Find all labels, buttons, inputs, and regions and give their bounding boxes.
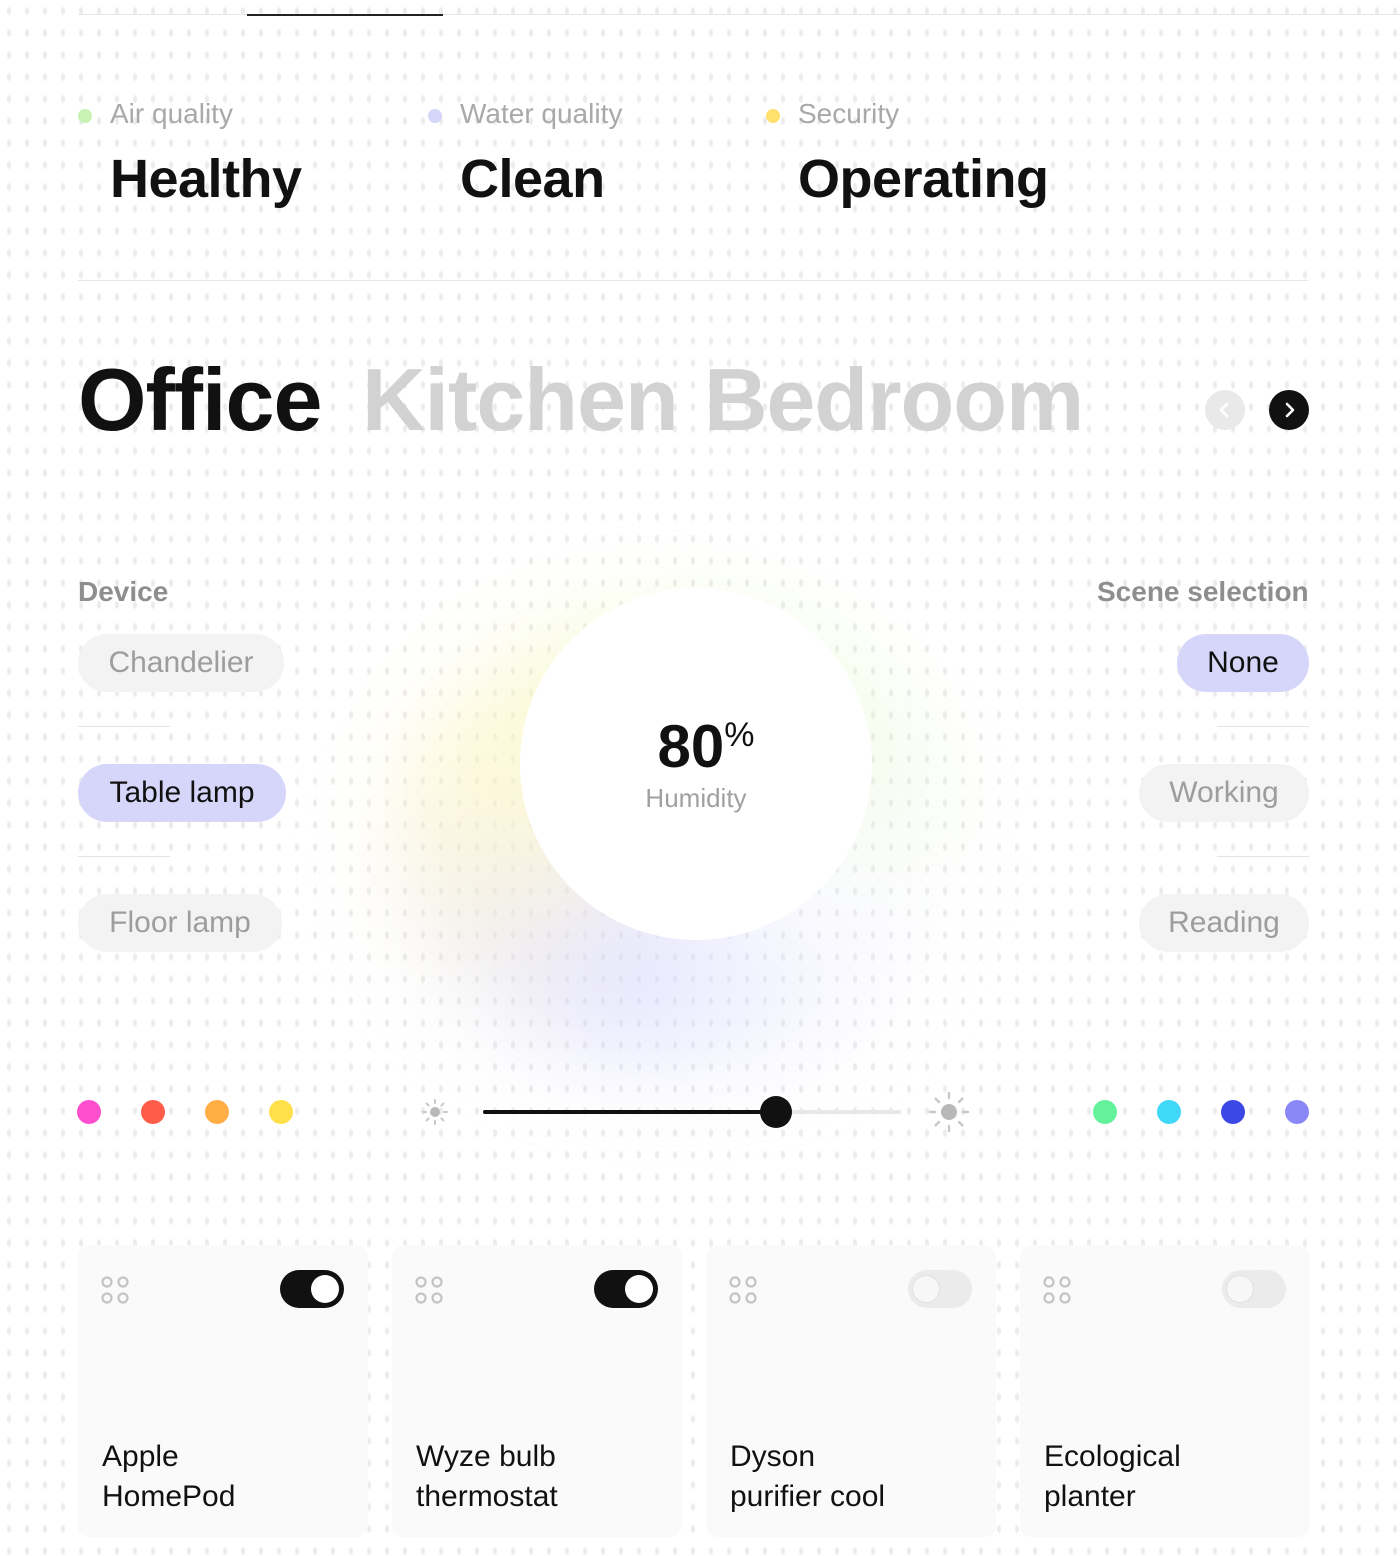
device-grid-icon (415, 1276, 443, 1304)
toggle-knob (912, 1275, 940, 1303)
sun-small-icon (422, 1099, 448, 1125)
chevron-left-icon (1219, 402, 1229, 418)
device-name-line: planter (1044, 1480, 1136, 1513)
sun-large-icon (928, 1091, 970, 1133)
device-grid-icon (1043, 1276, 1071, 1304)
device-card-ecological-planter[interactable]: Ecological planter (1020, 1245, 1310, 1537)
device-power-toggle[interactable] (594, 1270, 658, 1308)
status-dot-icon (78, 109, 92, 123)
device-power-toggle[interactable] (280, 1270, 344, 1308)
status-divider (78, 280, 1308, 281)
device-name-line: purifier cool (730, 1480, 886, 1513)
humidity-label: Humidity (645, 783, 747, 813)
device-option-floor-lamp[interactable]: Floor lamp (78, 894, 282, 952)
toggle-knob (625, 1275, 653, 1303)
color-swatch-green[interactable] (1093, 1100, 1117, 1124)
device-name-line: Apple (102, 1440, 179, 1473)
status-value: Operating (798, 149, 1049, 209)
color-swatch-orange[interactable] (205, 1100, 229, 1124)
room-tab-bedroom[interactable]: Bedroom (704, 351, 1084, 449)
status-label: Water quality (460, 98, 623, 129)
humidity-unit: % (724, 716, 755, 754)
toggle-knob (1226, 1275, 1254, 1303)
device-name-line: Ecological (1044, 1440, 1181, 1473)
color-swatch-yellow[interactable] (269, 1100, 293, 1124)
brightness-slider-fill (483, 1110, 776, 1114)
device-name-line: Wyze bulb (416, 1440, 556, 1473)
scene-option-working[interactable]: Working (1139, 764, 1309, 822)
device-card-wyze-bulb[interactable]: Wyze bulb thermostat (392, 1245, 682, 1537)
device-option-table-lamp[interactable]: Table lamp (78, 764, 286, 822)
status-value: Clean (460, 149, 605, 209)
active-tab-indicator (247, 14, 443, 16)
brightness-slider-thumb[interactable] (760, 1096, 792, 1128)
chevron-right-icon (1285, 402, 1295, 418)
device-name-line: thermostat (416, 1480, 558, 1513)
device-name: Wyze bulb thermostat (416, 1437, 666, 1517)
status-label: Air quality (110, 98, 233, 129)
status-dot-icon (428, 109, 442, 123)
device-option-chandelier[interactable]: Chandelier (78, 634, 284, 692)
device-name: Dyson purifier cool (730, 1437, 980, 1517)
divider (78, 726, 170, 727)
status-dot-icon (766, 109, 780, 123)
next-room-button[interactable] (1269, 390, 1309, 430)
device-power-toggle[interactable] (1222, 1270, 1286, 1308)
humidity-number: 80 (657, 713, 725, 780)
device-name: Ecological planter (1044, 1437, 1294, 1517)
color-swatch-pink[interactable] (77, 1100, 101, 1124)
device-grid-icon (101, 1276, 129, 1304)
room-tab-office[interactable]: Office (78, 351, 322, 449)
status-label: Security (798, 98, 900, 129)
color-swatch-lavender[interactable] (1285, 1100, 1309, 1124)
status-value: Healthy (110, 149, 302, 209)
scene-section-label: Scene selection (1097, 576, 1309, 607)
scene-option-reading[interactable]: Reading (1139, 894, 1309, 952)
device-name-line: HomePod (102, 1480, 236, 1513)
color-swatch-blue[interactable] (1221, 1100, 1245, 1124)
color-swatch-red[interactable] (141, 1100, 165, 1124)
prev-room-button[interactable] (1205, 390, 1245, 430)
device-name-line: Dyson (730, 1440, 816, 1473)
device-card-homepod[interactable]: Apple HomePod (78, 1245, 368, 1537)
device-grid-icon (729, 1276, 757, 1304)
divider (1217, 856, 1309, 857)
device-name: Apple HomePod (102, 1437, 352, 1517)
scene-option-none[interactable]: None (1177, 634, 1309, 692)
device-power-toggle[interactable] (908, 1270, 972, 1308)
divider (78, 856, 170, 857)
color-swatch-cyan[interactable] (1157, 1100, 1181, 1124)
humidity-value: 80% (520, 712, 892, 781)
room-tab-kitchen[interactable]: Kitchen (362, 351, 679, 449)
toggle-knob (311, 1275, 339, 1303)
device-card-dyson[interactable]: Dyson purifier cool (706, 1245, 996, 1537)
brightness-slider[interactable] (483, 1110, 901, 1114)
divider (1217, 726, 1309, 727)
device-section-label: Device (78, 576, 169, 607)
